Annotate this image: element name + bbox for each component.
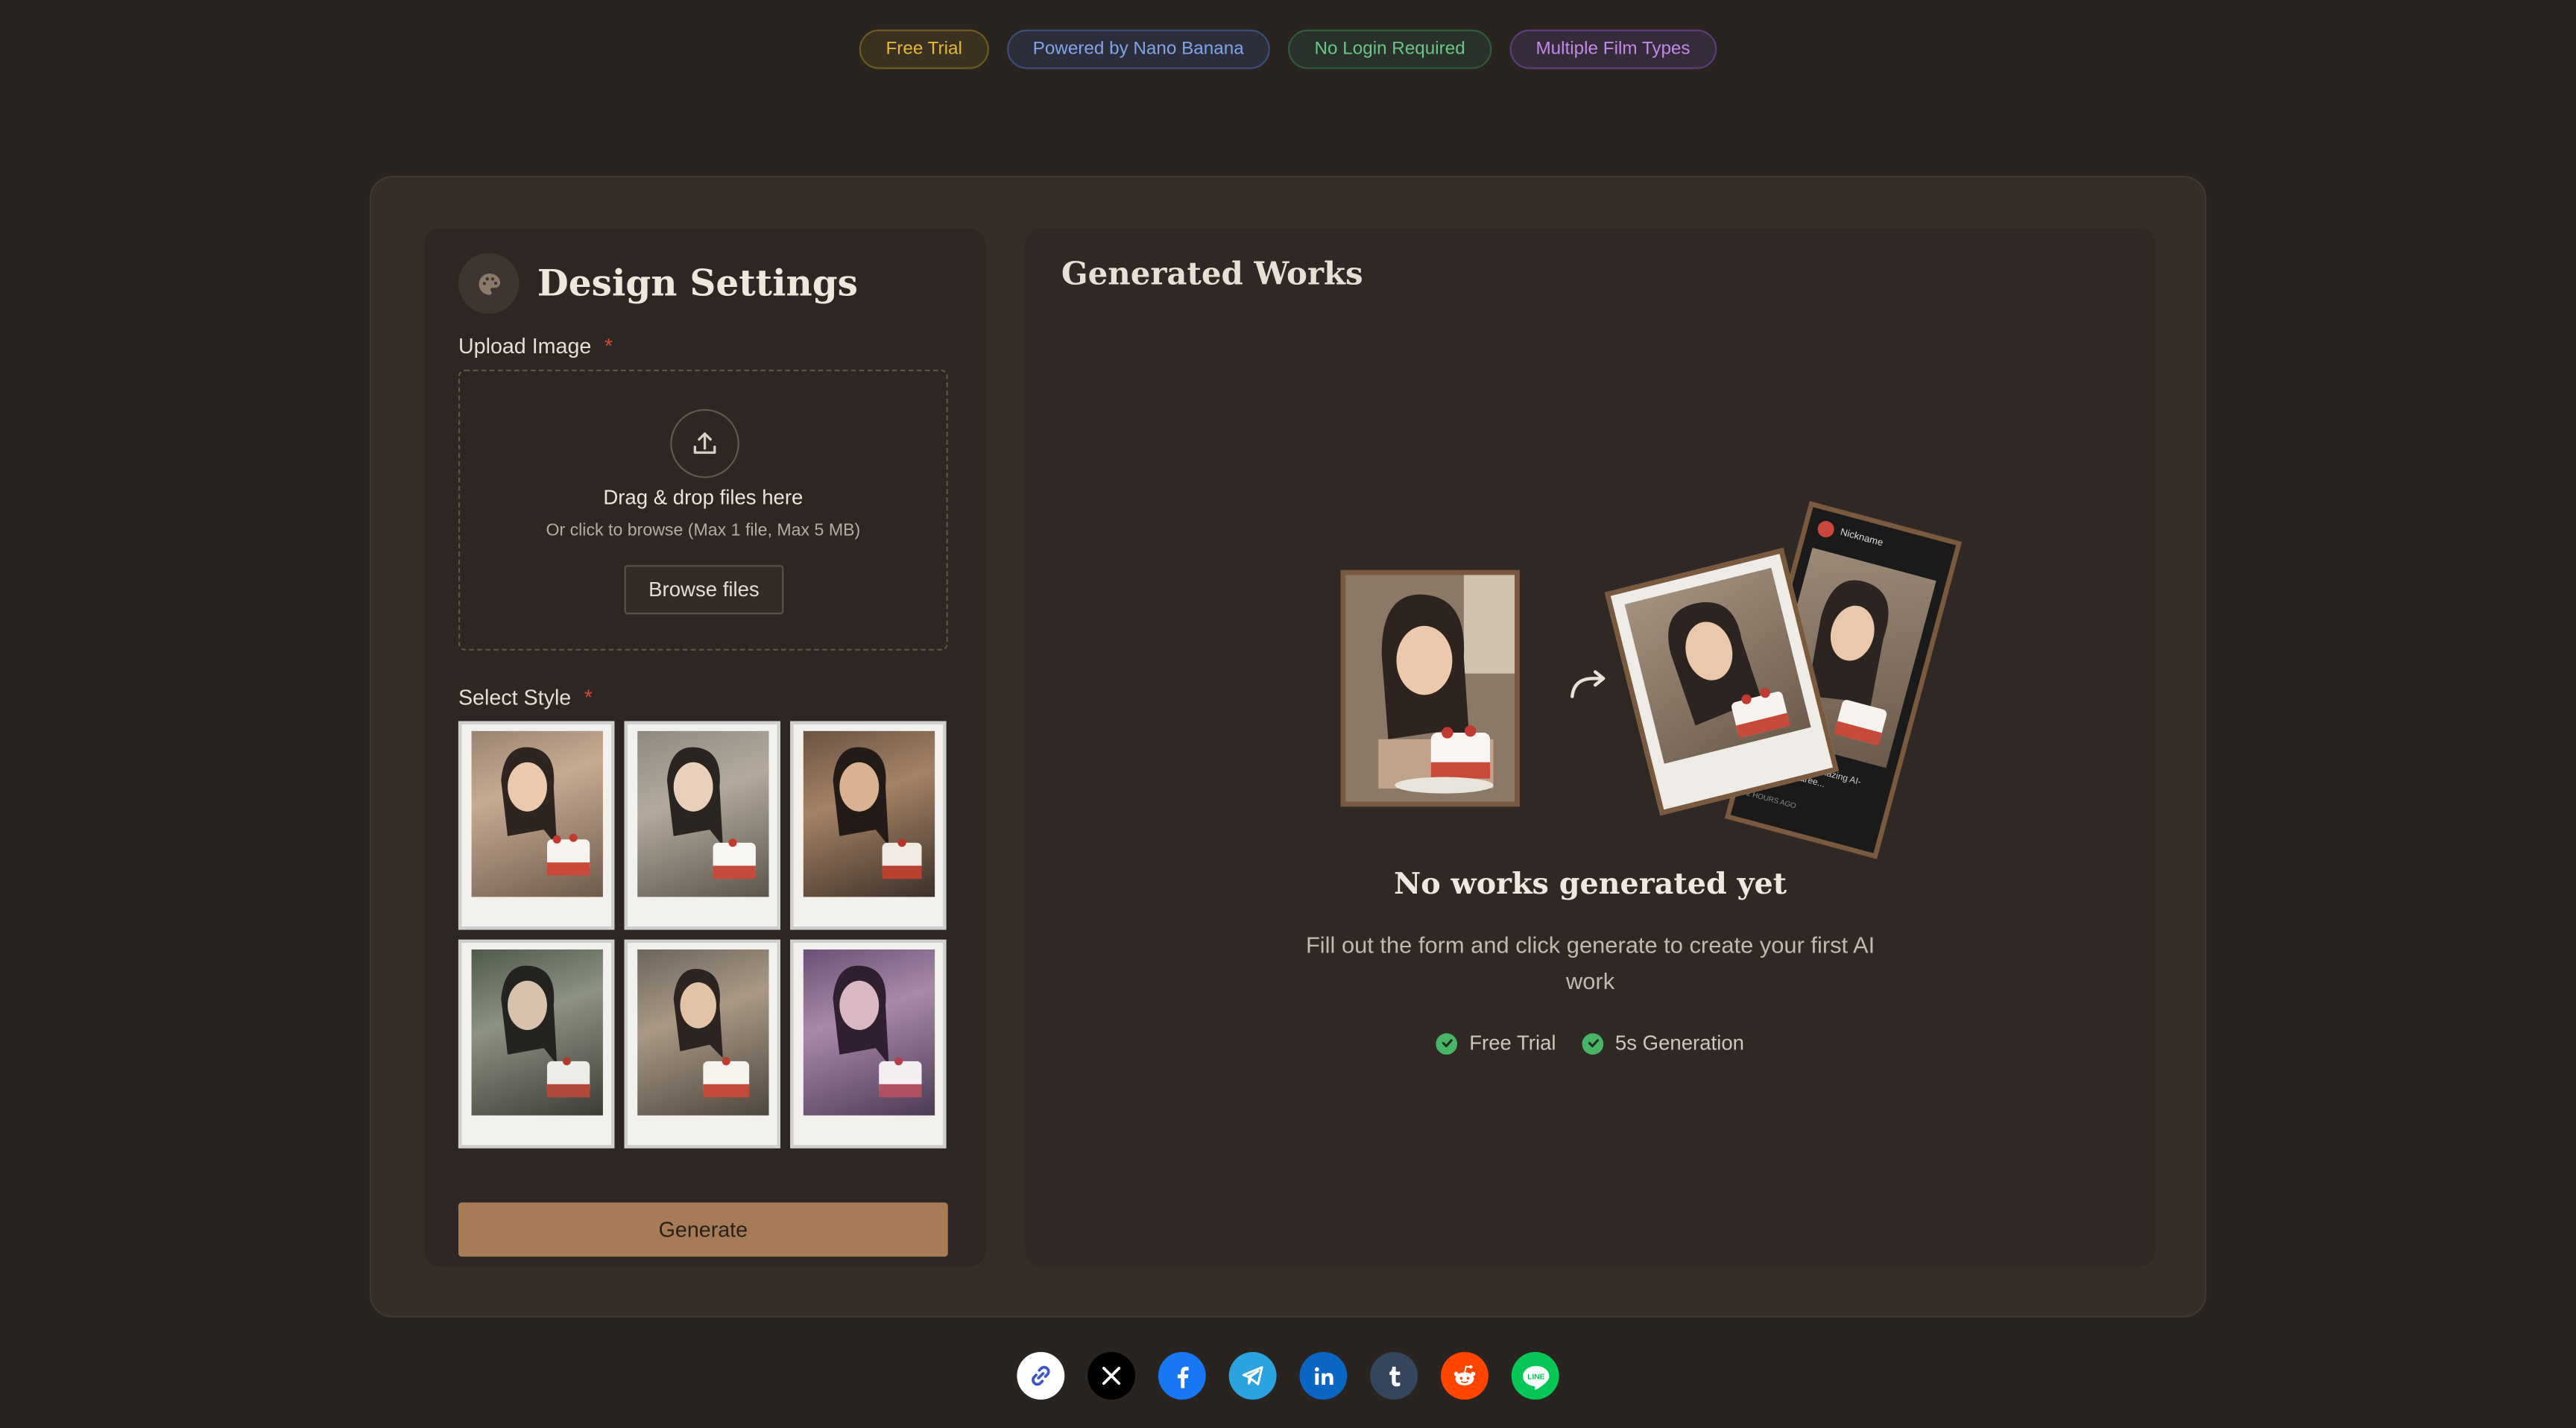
avatar xyxy=(1816,519,1837,540)
required-marker: * xyxy=(604,333,613,358)
dropzone-title: Drag & drop files here xyxy=(603,486,804,510)
style-option-2[interactable] xyxy=(624,721,780,930)
tumblr-icon[interactable] xyxy=(1370,1351,1418,1400)
design-settings-panel: Design Settings Upload Image * Drag & dro… xyxy=(423,228,986,1267)
line-icon[interactable]: LINE xyxy=(1511,1351,1559,1400)
generated-works-title: Generated Works xyxy=(1061,256,1363,293)
badge-no-login: No Login Required xyxy=(1288,29,1491,69)
style-photo xyxy=(803,949,935,1116)
feature-label: 5s Generation xyxy=(1614,1031,1744,1055)
style-option-5[interactable] xyxy=(624,939,780,1149)
style-photo xyxy=(637,730,769,897)
check-circle-icon xyxy=(1582,1032,1604,1054)
style-photo xyxy=(471,730,603,897)
empty-state-description: Fill out the form and click generate to … xyxy=(1305,931,1875,994)
reddit-icon[interactable] xyxy=(1440,1351,1489,1400)
style-option-1[interactable] xyxy=(458,721,615,930)
browse-files-button[interactable]: Browse files xyxy=(624,565,784,615)
x-icon[interactable] xyxy=(1087,1351,1136,1400)
design-settings-title: Design Settings xyxy=(537,262,858,305)
style-photo xyxy=(637,949,769,1116)
select-style-label: Select Style * xyxy=(458,685,593,710)
style-photo xyxy=(803,730,935,897)
main-panel: Design Settings Upload Image * Drag & dro… xyxy=(369,175,2207,1318)
generate-button[interactable]: Generate xyxy=(458,1202,948,1257)
feature-badges: Free Trial Powered by Nano Banana No Log… xyxy=(0,29,2576,69)
feature-label: Free Trial xyxy=(1469,1031,1556,1055)
style-option-3[interactable] xyxy=(790,721,947,930)
feature-list: Free Trial 5s Generation xyxy=(1025,1031,2155,1055)
style-option-6[interactable] xyxy=(790,939,947,1149)
style-grid xyxy=(458,721,948,1149)
upload-image-label-text: Upload Image xyxy=(458,333,592,358)
link-icon[interactable] xyxy=(1017,1351,1065,1400)
preview-nickname: Nickname xyxy=(1839,528,1884,549)
preview-header: Nickname xyxy=(1816,519,1884,553)
share-bar: LINE xyxy=(0,1351,2576,1400)
empty-state-title: No works generated yet xyxy=(1394,867,1787,903)
file-dropzone[interactable]: Drag & drop files here Or click to brows… xyxy=(458,369,948,651)
polaroid-photo xyxy=(1624,567,1811,764)
source-photo-illustration xyxy=(1340,569,1520,807)
style-photo xyxy=(471,949,603,1116)
svg-text:LINE: LINE xyxy=(1527,1372,1544,1380)
badge-film-types: Multiple Film Types xyxy=(1509,29,1717,69)
badge-free-trial: Free Trial xyxy=(859,29,989,69)
upload-image-label: Upload Image * xyxy=(458,333,613,358)
linkedin-icon[interactable] xyxy=(1299,1351,1348,1400)
facebook-icon[interactable] xyxy=(1158,1351,1206,1400)
feature-item: 5s Generation xyxy=(1582,1031,1744,1055)
style-option-4[interactable] xyxy=(458,939,615,1149)
design-settings-header: Design Settings xyxy=(458,253,858,314)
feature-item: Free Trial xyxy=(1436,1031,1556,1055)
palette-icon xyxy=(458,253,520,314)
transform-arrow-icon xyxy=(1570,670,1606,698)
check-circle-icon xyxy=(1436,1032,1458,1054)
required-marker: * xyxy=(584,685,593,710)
generated-works-panel: Generated Works Nickname amazing AI-gene… xyxy=(1025,228,2156,1267)
badge-powered-by: Powered by Nano Banana xyxy=(1006,29,1271,69)
select-style-label-text: Select Style xyxy=(458,685,572,710)
upload-icon xyxy=(670,408,739,478)
telegram-icon[interactable] xyxy=(1228,1351,1277,1400)
dropzone-subtitle: Or click to browse (Max 1 file, Max 5 MB… xyxy=(546,520,861,541)
